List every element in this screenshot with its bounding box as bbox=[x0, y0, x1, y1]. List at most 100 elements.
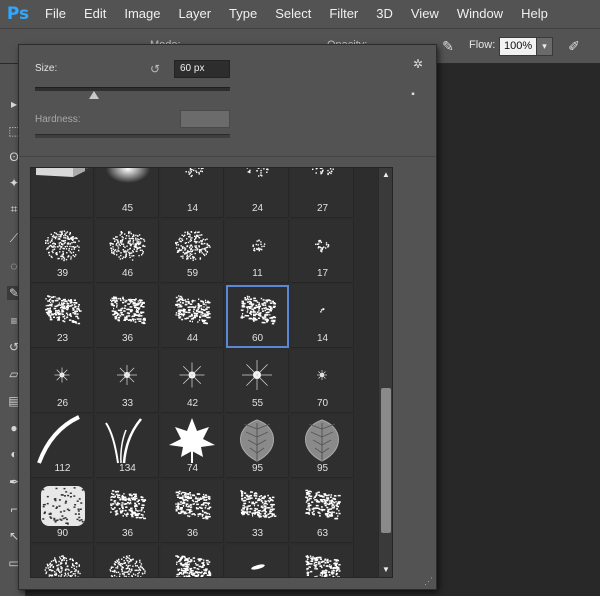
ps-logo: Ps bbox=[6, 4, 30, 24]
brush-tip-preview bbox=[117, 365, 137, 385]
menu-3d[interactable]: 3D bbox=[367, 0, 402, 28]
menu-edit[interactable]: Edit bbox=[75, 0, 115, 28]
scroll-up-icon[interactable]: ▲ bbox=[379, 168, 393, 182]
brush-size-label: 17 bbox=[316, 268, 329, 279]
brush-size-label: 44 bbox=[186, 333, 199, 344]
brush-tip-preview bbox=[240, 419, 274, 462]
brush-preset[interactable]: 45 bbox=[96, 168, 159, 218]
brush-preset[interactable]: 63 bbox=[291, 480, 354, 543]
brush-tip-preview bbox=[242, 360, 272, 390]
brush-preset[interactable] bbox=[161, 545, 224, 577]
hardness-slider-track bbox=[35, 134, 230, 138]
brush-tip-preview bbox=[312, 168, 334, 176]
brush-preset[interactable]: 70 bbox=[291, 350, 354, 413]
resize-grip-icon[interactable]: ⋰ bbox=[423, 576, 433, 586]
gear-icon[interactable]: ✲ bbox=[410, 57, 426, 71]
brush-size-label: 33 bbox=[251, 528, 264, 539]
menu-image[interactable]: Image bbox=[115, 0, 169, 28]
brush-preset[interactable]: 112 bbox=[31, 415, 94, 478]
brush-preset[interactable]: 36 bbox=[161, 480, 224, 543]
size-input[interactable]: 60 px bbox=[174, 60, 230, 78]
brush-size-label: 26 bbox=[56, 398, 69, 409]
flow-dropdown-arrow-icon[interactable]: ▾ bbox=[536, 37, 553, 56]
brush-tip-preview bbox=[175, 231, 211, 261]
brush-preset[interactable]: 26 bbox=[31, 350, 94, 413]
brush-tip-preview bbox=[252, 239, 266, 252]
brush-size-label: 46 bbox=[121, 268, 134, 279]
brush-preset[interactable]: 17 bbox=[291, 220, 354, 283]
brush-size-label: 60 bbox=[251, 333, 264, 344]
brush-preset[interactable] bbox=[226, 545, 289, 577]
brush-tip-preview bbox=[41, 486, 85, 526]
brush-tip-preview bbox=[317, 370, 327, 380]
brush-tip-preview bbox=[44, 555, 81, 577]
brush-tip-preview bbox=[175, 295, 211, 325]
brush-preset[interactable] bbox=[96, 545, 159, 577]
brush-preset[interactable]: 39 bbox=[31, 220, 94, 283]
brush-size-label: 27 bbox=[316, 203, 329, 214]
menu-view[interactable]: View bbox=[402, 0, 448, 28]
menu-items: File Edit Image Layer Type Select Filter 3D View… bbox=[36, 0, 557, 28]
brush-tip-preview bbox=[45, 295, 82, 325]
brush-tip-preview bbox=[110, 490, 147, 520]
brush-tip-preview bbox=[54, 367, 70, 383]
brush-preset[interactable]: 27 bbox=[291, 168, 354, 218]
brush-size-label: 14 bbox=[316, 333, 329, 344]
new-preset-icon[interactable]: ▪ bbox=[407, 89, 419, 101]
brush-preset[interactable]: 33 bbox=[226, 480, 289, 543]
brush-preset[interactable]: 134 bbox=[96, 415, 159, 478]
brush-tip-preview bbox=[110, 296, 146, 325]
brush-preset[interactable]: 36 bbox=[96, 285, 159, 348]
brush-preset[interactable]: 95 bbox=[291, 415, 354, 478]
menu-select[interactable]: Select bbox=[266, 0, 320, 28]
menu-help[interactable]: Help bbox=[512, 0, 557, 28]
menu-window[interactable]: Window bbox=[448, 0, 512, 28]
brush-preset[interactable]: 14 bbox=[291, 285, 354, 348]
brush-preset-picker: Size: ↺ 60 px Hardness: ✲ ▪ 45 14 24 27 39 46… bbox=[18, 44, 437, 590]
brush-preset[interactable]: 59 bbox=[161, 220, 224, 283]
brush-preset[interactable]: 11 bbox=[226, 220, 289, 283]
brush-preset[interactable]: 36 bbox=[96, 480, 159, 543]
menu-file[interactable]: File bbox=[36, 0, 75, 28]
brush-preset[interactable]: 46 bbox=[96, 220, 159, 283]
brush-tip-preview bbox=[175, 555, 212, 577]
brush-size-label: 33 bbox=[121, 398, 134, 409]
menu-layer[interactable]: Layer bbox=[170, 0, 221, 28]
brush-tip-preview bbox=[305, 419, 339, 462]
airbrush-icon[interactable]: ✐ bbox=[563, 38, 585, 56]
brush-preset[interactable] bbox=[291, 545, 354, 577]
scroll-down-icon[interactable]: ▼ bbox=[379, 563, 393, 577]
scrollbar[interactable]: ▲ ▼ bbox=[378, 168, 392, 577]
menu-filter[interactable]: Filter bbox=[320, 0, 367, 28]
brush-preset[interactable]: 24 bbox=[226, 168, 289, 218]
pressure-opacity-icon[interactable]: ✎ bbox=[437, 38, 459, 56]
scroll-thumb[interactable] bbox=[381, 388, 391, 533]
brush-tip-preview bbox=[185, 168, 204, 178]
canvas-area bbox=[436, 64, 600, 596]
brush-tip-preview bbox=[45, 230, 80, 262]
brush-preset[interactable]: 60 bbox=[226, 285, 289, 348]
brush-preset[interactable] bbox=[31, 545, 94, 577]
photoshop-window: Ps File Edit Image Layer Type Select Filter 3D V… bbox=[0, 0, 600, 596]
brush-size-label: 36 bbox=[121, 333, 134, 344]
brush-preset[interactable]: 33 bbox=[96, 350, 159, 413]
brush-size-label: 36 bbox=[186, 528, 199, 539]
brush-preset[interactable]: 42 bbox=[161, 350, 224, 413]
size-slider-track[interactable] bbox=[35, 87, 230, 91]
brush-preset[interactable]: 95 bbox=[226, 415, 289, 478]
brush-preset[interactable] bbox=[31, 168, 94, 218]
menu-bar: Ps File Edit Image Layer Type Select Filter 3D V… bbox=[0, 0, 600, 28]
brush-preset[interactable]: 55 bbox=[226, 350, 289, 413]
brush-tip-preview bbox=[36, 168, 91, 177]
brush-preset[interactable]: 74 bbox=[161, 415, 224, 478]
size-slider-thumb[interactable] bbox=[88, 91, 99, 99]
brush-preset[interactable]: 90 bbox=[31, 480, 94, 543]
brush-tip-preview bbox=[246, 168, 269, 177]
brush-preset[interactable]: 23 bbox=[31, 285, 94, 348]
brush-size-label: 42 bbox=[186, 398, 199, 409]
reset-size-icon[interactable]: ↺ bbox=[148, 62, 162, 76]
menu-type[interactable]: Type bbox=[220, 0, 266, 28]
hardness-label: Hardness: bbox=[35, 114, 81, 125]
brush-preset[interactable]: 44 bbox=[161, 285, 224, 348]
brush-preset[interactable]: 14 bbox=[161, 168, 224, 218]
